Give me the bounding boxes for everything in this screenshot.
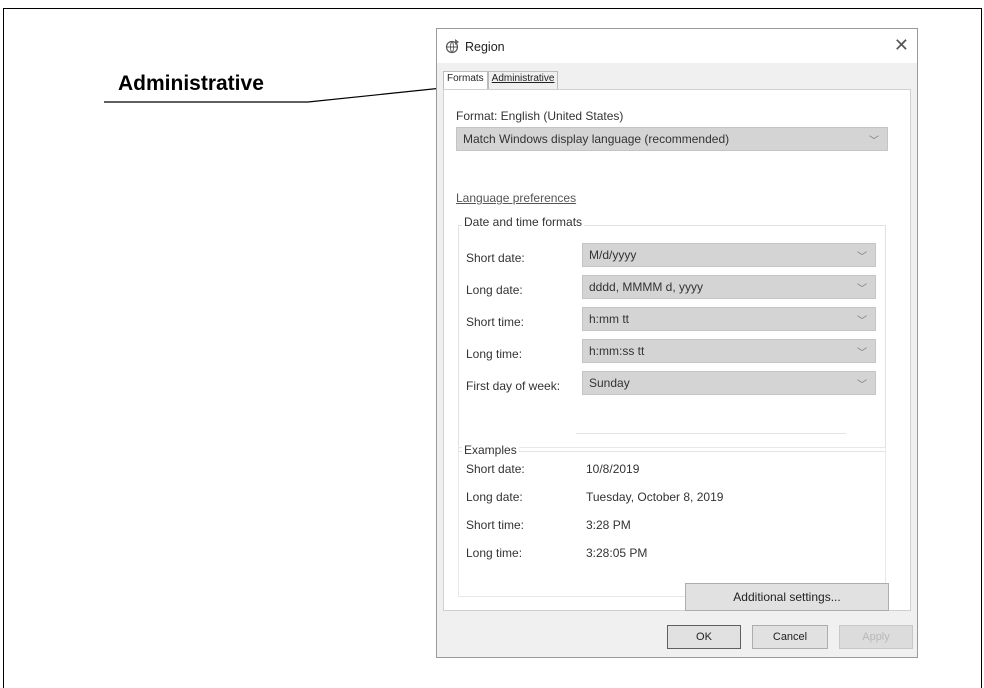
close-icon[interactable]: ✕ xyxy=(894,36,909,54)
language-preferences-link[interactable]: Language preferences xyxy=(456,191,576,205)
examples-title: Examples xyxy=(462,443,519,457)
apply-button[interactable]: Apply xyxy=(839,625,913,649)
long-date-label: Long date: xyxy=(466,283,523,297)
tab-formats[interactable]: Formats xyxy=(443,71,488,89)
long-date-value: dddd, MMMM d, yyyy xyxy=(589,280,704,294)
first-day-of-week-value: Sunday xyxy=(589,376,630,390)
chevron-down-icon: ﹀ xyxy=(857,348,867,359)
long-date-select[interactable]: dddd, MMMM d, yyyy ﹀ xyxy=(582,275,876,299)
chevron-down-icon: ﹀ xyxy=(857,284,867,295)
divider xyxy=(576,433,846,434)
example-short-date-label: Short date: xyxy=(466,462,525,476)
region-dialog: Region ✕ Formats Administrative Format: … xyxy=(436,28,918,658)
chevron-down-icon: ﹀ xyxy=(857,316,867,327)
short-time-label: Short time: xyxy=(466,315,525,329)
ok-button[interactable]: OK xyxy=(667,625,741,649)
dialog-title: Region xyxy=(465,40,505,54)
example-long-time-value: 3:28:05 PM xyxy=(586,546,648,560)
cancel-button[interactable]: Cancel xyxy=(752,625,828,649)
format-select[interactable]: Match Windows display language (recommen… xyxy=(456,127,888,151)
example-short-date-value: 10/8/2019 xyxy=(586,462,640,476)
example-short-time-label: Short time: xyxy=(466,518,525,532)
example-long-date-value: Tuesday, October 8, 2019 xyxy=(586,490,724,504)
short-time-select[interactable]: h:mm tt ﹀ xyxy=(582,307,876,331)
chevron-down-icon: ﹀ xyxy=(857,252,867,263)
short-date-label: Short date: xyxy=(466,251,525,265)
chevron-down-icon: ﹀ xyxy=(869,136,879,147)
short-date-value: M/d/yyyy xyxy=(589,248,637,262)
additional-settings-button[interactable]: Additional settings... xyxy=(685,583,889,611)
format-label: Format: English (United States) xyxy=(456,109,624,123)
short-date-select[interactable]: M/d/yyyy ﹀ xyxy=(582,243,876,267)
titlebar: Region ✕ xyxy=(437,29,917,63)
button-bar: OK Cancel Apply xyxy=(437,611,917,657)
example-long-time-label: Long time: xyxy=(466,546,523,560)
tab-administrative[interactable]: Administrative xyxy=(487,71,559,89)
short-time-value: h:mm tt xyxy=(589,312,630,326)
date-time-group-title: Date and time formats xyxy=(462,215,585,229)
example-short-time-value: 3:28 PM xyxy=(586,518,631,532)
format-select-value: Match Windows display language (recommen… xyxy=(463,132,730,146)
first-day-of-week-label: First day of week: xyxy=(466,379,561,393)
formats-panel: Format: English (United States) Match Wi… xyxy=(443,89,911,611)
long-time-value: h:mm:ss tt xyxy=(589,344,645,358)
long-time-label: Long time: xyxy=(466,347,523,361)
first-day-of-week-select[interactable]: Sunday ﹀ xyxy=(582,371,876,395)
chevron-down-icon: ﹀ xyxy=(857,380,867,391)
region-globe-icon xyxy=(445,39,459,54)
example-long-date-label: Long date: xyxy=(466,490,523,504)
long-time-select[interactable]: h:mm:ss tt ﹀ xyxy=(582,339,876,363)
tab-bar: Formats Administrative xyxy=(443,71,559,89)
